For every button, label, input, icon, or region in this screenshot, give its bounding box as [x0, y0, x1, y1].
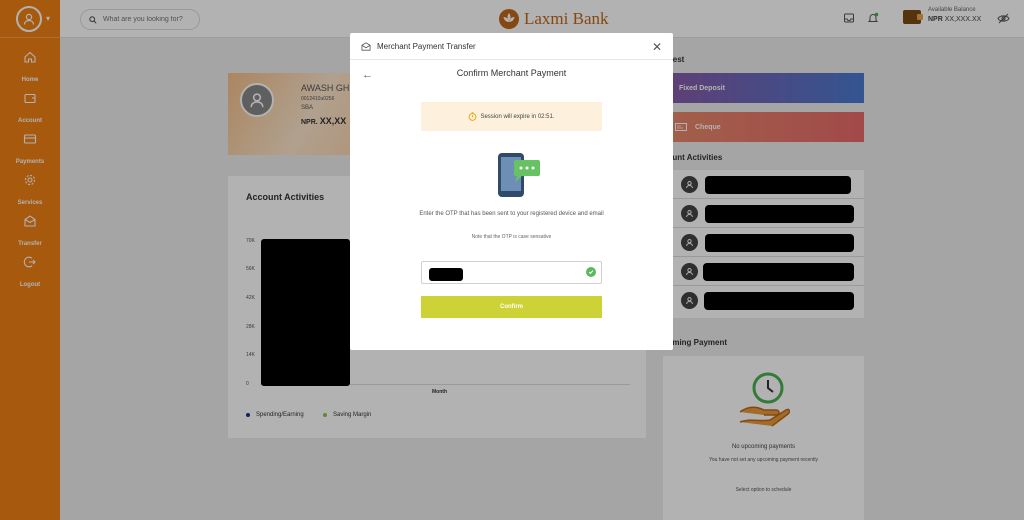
otp-case-note: Note that the OTP is case sensative	[471, 234, 552, 240]
confirm-button[interactable]: Confirm	[421, 296, 602, 318]
check-icon	[586, 267, 596, 277]
close-icon[interactable]: ✕	[652, 40, 662, 54]
envelope-icon	[361, 41, 371, 51]
session-text: Session will expire in 02:51.	[480, 113, 555, 120]
redacted-otp-value	[429, 268, 463, 281]
session-timer-banner: Session will expire in 02:51.	[421, 102, 602, 131]
merchant-payment-modal: Merchant Payment Transfer ✕ ← Confirm Me…	[350, 33, 673, 350]
modal-title: Confirm Merchant Payment	[456, 68, 567, 78]
otp-instructions: Enter the OTP that has been sent to your…	[419, 211, 604, 217]
modal-header-title: Merchant Payment Transfer	[377, 41, 476, 51]
modal-header: Merchant Payment Transfer	[350, 33, 673, 60]
timer-icon	[469, 112, 477, 121]
otp-field[interactable]	[421, 261, 602, 284]
phone-otp-icon	[498, 153, 540, 197]
